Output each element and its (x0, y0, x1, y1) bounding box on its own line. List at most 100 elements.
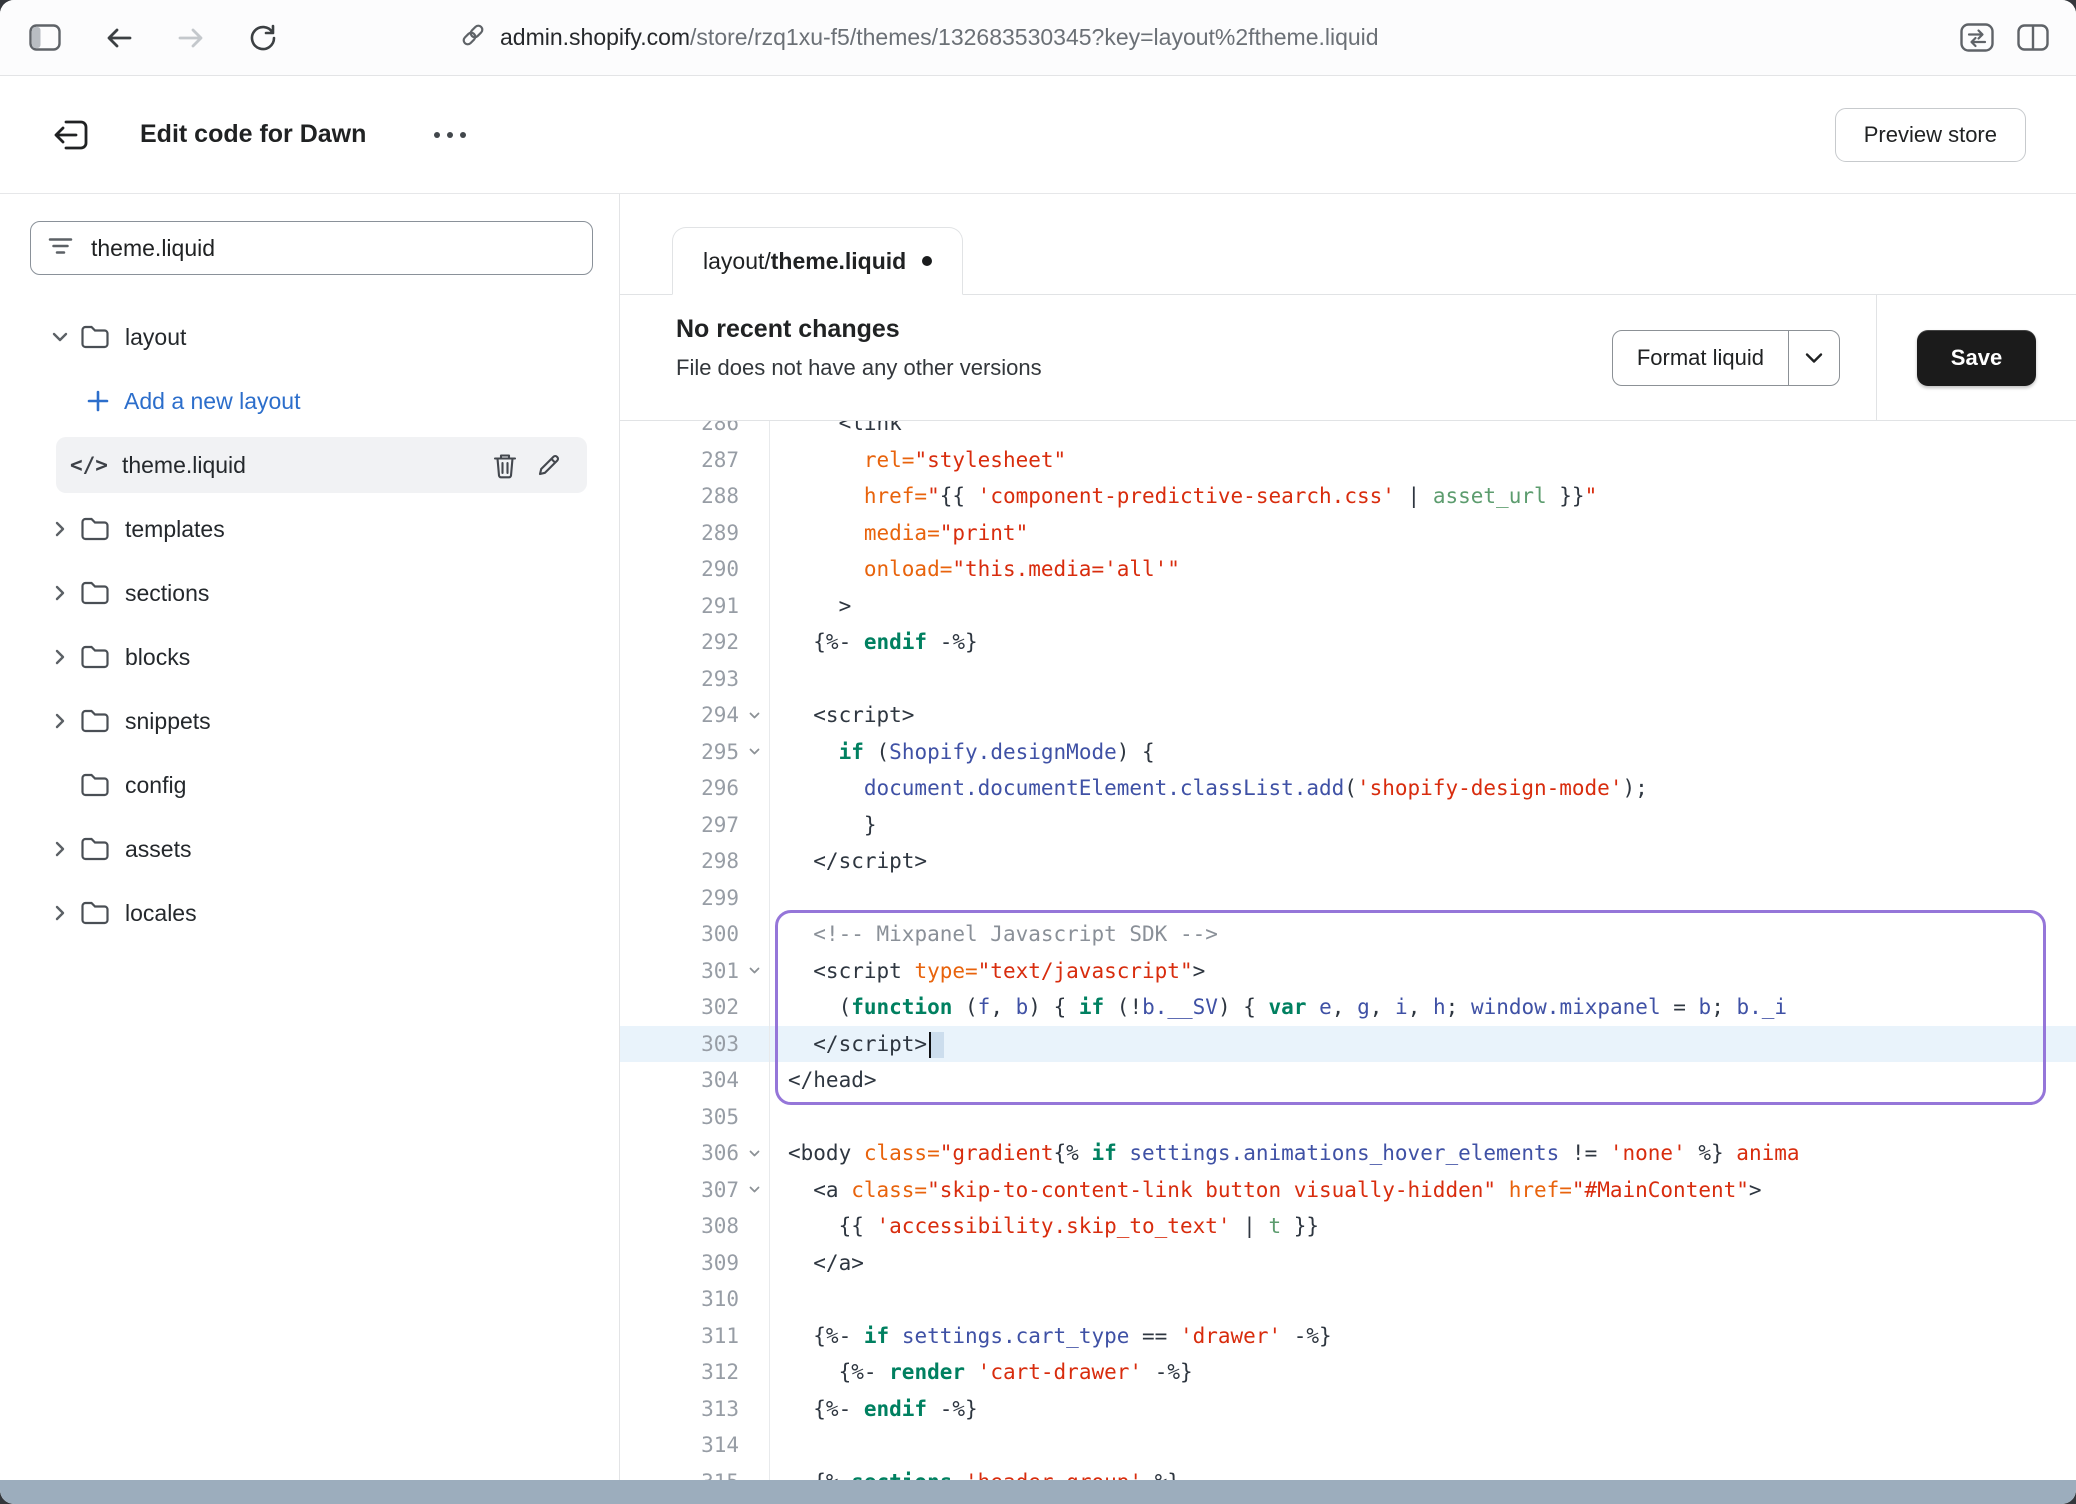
exit-icon[interactable] (48, 112, 94, 158)
code-editor[interactable]: 286 <link287 rel="stylesheet"288 href="{… (620, 421, 2076, 1480)
chevron-right-icon[interactable] (40, 893, 80, 933)
line-number: 292 (620, 624, 770, 661)
app-header: Edit code for Dawn Preview store (0, 76, 2076, 194)
line-number: 305 (620, 1099, 770, 1136)
fold-chevron-icon[interactable] (739, 963, 769, 978)
fold-chevron-icon[interactable] (739, 1182, 769, 1197)
fold-chevron-icon[interactable] (739, 708, 769, 723)
window-bottom-edge (0, 1480, 2076, 1504)
forward-icon[interactable] (168, 15, 214, 61)
code-line-290[interactable]: 290 onload="this.media='all'" (620, 551, 2076, 588)
sidebar-item-assets[interactable]: assets (30, 817, 593, 881)
code-line-308[interactable]: 308 {{ 'accessibility.skip_to_text' | t … (620, 1208, 2076, 1245)
line-number: 304 (620, 1062, 770, 1099)
chevron-right-icon[interactable] (40, 829, 80, 869)
code-line-296[interactable]: 296 document.documentElement.classList.a… (620, 770, 2076, 807)
sidebar-item-locales[interactable]: locales (30, 881, 593, 945)
item-label: locales (125, 900, 197, 927)
code-line-310[interactable]: 310 (620, 1281, 2076, 1318)
code-line-301[interactable]: 301 <script type="text/javascript"> (620, 953, 2076, 990)
chevron-right-icon[interactable] (40, 701, 80, 741)
chevron-right-icon[interactable] (40, 509, 80, 549)
code-line-303[interactable]: 303 </script> (620, 1026, 2076, 1063)
sidebar-item-blocks[interactable]: blocks (30, 625, 593, 689)
code-line-307[interactable]: 307 <a class="skip-to-content-link butto… (620, 1172, 2076, 1209)
code-line-286[interactable]: 286 <link (620, 421, 2076, 442)
chevron-right-icon[interactable] (40, 573, 80, 613)
file-search-box[interactable] (30, 221, 593, 275)
item-label: theme.liquid (122, 452, 246, 479)
line-number: 295 (620, 734, 770, 771)
file-tree: layoutAdd a new layout</>theme.liquidtem… (30, 305, 593, 945)
code-line-287[interactable]: 287 rel="stylesheet" (620, 442, 2076, 479)
pencil-icon[interactable] (527, 443, 571, 487)
code-line-291[interactable]: 291 > (620, 588, 2076, 625)
code-line-293[interactable]: 293 (620, 661, 2076, 698)
line-number: 309 (620, 1245, 770, 1282)
sidebar-item-theme-liquid[interactable]: </>theme.liquid (56, 437, 587, 493)
file-status-header: No recent changes File does not have any… (620, 295, 2076, 421)
code-line-315[interactable]: 315 {% sections 'header-group' %} (620, 1464, 2076, 1481)
code-line-302[interactable]: 302 (function (f, b) { if (!b.__SV) { va… (620, 989, 2076, 1026)
sidebar-item-sections[interactable]: sections (30, 561, 593, 625)
sidebar-item-add-a-new-layout[interactable]: Add a new layout (30, 369, 593, 433)
sidebar-toggle-icon[interactable] (22, 15, 68, 61)
save-region: Save (1876, 295, 2076, 420)
folder-icon (80, 772, 110, 798)
code-line-311[interactable]: 311 {%- if settings.cart_type == 'drawer… (620, 1318, 2076, 1355)
line-number: 299 (620, 880, 770, 917)
chevron-right-icon[interactable] (40, 637, 80, 677)
browser-toolbar: admin.shopify.com/store/rzq1xu-f5/themes… (0, 0, 2076, 76)
back-icon[interactable] (96, 15, 142, 61)
code-line-306[interactable]: 306<body class="gradient{% if settings.a… (620, 1135, 2076, 1172)
line-number: 286 (620, 421, 770, 442)
line-number: 310 (620, 1281, 770, 1318)
extensions-icon[interactable] (1954, 15, 2000, 61)
format-liquid-button[interactable]: Format liquid (1612, 330, 1840, 386)
code-line-292[interactable]: 292 {%- endif -%} (620, 624, 2076, 661)
code-line-295[interactable]: 295 if (Shopify.designMode) { (620, 734, 2076, 771)
code-line-298[interactable]: 298 </script> (620, 843, 2076, 880)
code-line-300[interactable]: 300 <!-- Mixpanel Javascript SDK --> (620, 916, 2076, 953)
fold-chevron-icon[interactable] (739, 744, 769, 759)
chevron-down-icon[interactable] (40, 317, 80, 357)
line-number: 300 (620, 916, 770, 953)
code-line-289[interactable]: 289 media="print" (620, 515, 2076, 552)
preview-store-button[interactable]: Preview store (1835, 108, 2026, 162)
reload-icon[interactable] (240, 15, 286, 61)
line-number: 315 (620, 1464, 770, 1481)
save-button[interactable]: Save (1917, 330, 2036, 386)
line-number: 307 (620, 1172, 770, 1209)
code-line-312[interactable]: 312 {%- render 'cart-drawer' -%} (620, 1354, 2076, 1391)
url-text: admin.shopify.com/store/rzq1xu-f5/themes… (500, 24, 1379, 51)
address-bar[interactable]: admin.shopify.com/store/rzq1xu-f5/themes… (460, 0, 1379, 75)
chevron-down-icon[interactable] (1789, 331, 1839, 385)
more-actions-icon[interactable] (424, 122, 476, 148)
code-line-297[interactable]: 297 } (620, 807, 2076, 844)
split-view-icon[interactable] (2010, 15, 2056, 61)
trash-icon[interactable] (483, 443, 527, 487)
code-line-313[interactable]: 313 {%- endif -%} (620, 1391, 2076, 1428)
file-search-input[interactable] (89, 234, 576, 263)
line-number: 298 (620, 843, 770, 880)
code-lines: 286 <link287 rel="stylesheet"288 href="{… (620, 421, 2076, 1480)
code-line-288[interactable]: 288 href="{{ 'component-predictive-searc… (620, 478, 2076, 515)
sidebar-item-templates[interactable]: templates (30, 497, 593, 561)
code-line-304[interactable]: 304</head> (620, 1062, 2076, 1099)
fold-chevron-icon[interactable] (739, 1146, 769, 1161)
code-line-314[interactable]: 314 (620, 1427, 2076, 1464)
code-line-299[interactable]: 299 (620, 880, 2076, 917)
line-number: 296 (620, 770, 770, 807)
folder-icon (80, 644, 110, 670)
sidebar-item-config[interactable]: config (30, 753, 593, 817)
folder-icon (80, 580, 110, 606)
sidebar-item-layout[interactable]: layout (30, 305, 593, 369)
code-line-305[interactable]: 305 (620, 1099, 2076, 1136)
sidebar-item-snippets[interactable]: snippets (30, 689, 593, 753)
code-line-309[interactable]: 309 </a> (620, 1245, 2076, 1282)
code-line-294[interactable]: 294 <script> (620, 697, 2076, 734)
tab-file-name: theme.liquid (771, 248, 906, 275)
item-label: config (125, 772, 186, 799)
line-number: 311 (620, 1318, 770, 1355)
tab-theme-liquid[interactable]: layout/theme.liquid (672, 227, 963, 295)
